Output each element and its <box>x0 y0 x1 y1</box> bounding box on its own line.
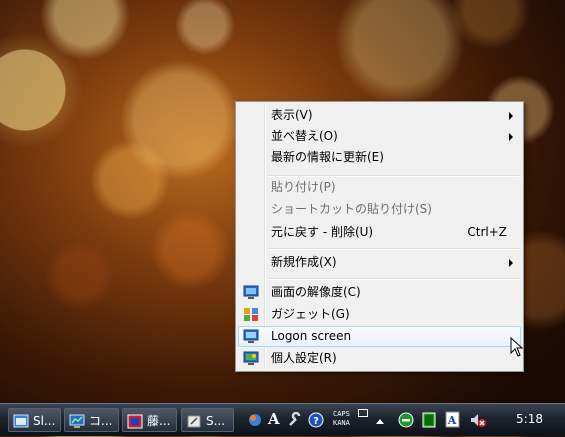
menu-item-shortcut: Ctrl+Z <box>467 225 507 239</box>
menu-item-label: 元に戻す - 削除(U) <box>271 225 374 239</box>
menu-item-label: Logon screen <box>271 329 352 343</box>
ime-mode-icon[interactable]: A <box>268 410 280 428</box>
help-icon[interactable]: ? <box>308 412 324 431</box>
submenu-arrow-icon <box>509 133 513 141</box>
menu-item-paste[interactable]: 貼り付け(P) <box>238 177 521 198</box>
taskbar-button-app-4[interactable]: S... <box>181 408 234 432</box>
menu-separator <box>268 278 521 280</box>
language-bar-icon[interactable] <box>247 412 263 431</box>
menu-item-paste-shortcut[interactable]: ショートカットの貼り付け(S) <box>238 199 521 220</box>
caps-label: CAPS <box>333 410 350 418</box>
menu-item-label: 画面の解像度(C) <box>271 285 361 299</box>
taskbar-button-app-1[interactable]: Sl... <box>8 408 61 432</box>
menu-item-label: ショートカットの貼り付け(S) <box>271 202 432 216</box>
show-hidden-icons-arrow-icon[interactable] <box>375 414 385 428</box>
monitor-resolution-icon <box>243 285 259 300</box>
svg-text:A: A <box>447 414 457 427</box>
submenu-arrow-icon <box>509 112 513 120</box>
personalize-icon <box>243 351 259 366</box>
menu-item-view[interactable]: 表示(V) <box>238 105 521 126</box>
menu-item-sort-by[interactable]: 並べ替え(O) <box>238 126 521 147</box>
menu-item-refresh[interactable]: 最新の情報に更新(E) <box>238 147 521 168</box>
volume-muted-icon[interactable] <box>469 412 487 431</box>
security-status-icon[interactable] <box>398 412 414 431</box>
menu-item-label: ガジェット(G) <box>271 307 350 321</box>
menu-item-label: 新規作成(X) <box>271 255 337 269</box>
taskbar-button-label: コ... <box>89 414 113 428</box>
taskbar-button-label: S... <box>206 414 226 428</box>
menu-separator <box>268 248 521 250</box>
taskbar-button-app-2[interactable]: コ... <box>64 408 119 432</box>
control-panel-icon <box>69 413 85 428</box>
svg-text:?: ? <box>313 416 319 427</box>
battery-monitor-icon[interactable] <box>422 412 436 431</box>
menu-item-screen-resolution[interactable]: 画面の解像度(C) <box>238 282 521 303</box>
menu-item-label: 最新の情報に更新(E) <box>271 150 384 164</box>
taskbar-button-label: Sl... <box>33 414 56 428</box>
caps-kana-indicator[interactable]: CAPS KANA <box>333 410 350 428</box>
folder-icon <box>186 413 202 428</box>
menu-item-undo-delete[interactable]: 元に戻す - 削除(U) Ctrl+Z <box>238 222 521 243</box>
clock[interactable]: 5:18 <box>516 412 543 426</box>
menu-item-label: 表示(V) <box>271 108 313 122</box>
taskbar: Sl... コ... 藤... S... A ? CAPS KANA A 5:1… <box>0 403 565 436</box>
logon-screen-icon <box>243 329 259 344</box>
app-window-icon <box>13 413 29 428</box>
menu-item-label: 並べ替え(O) <box>271 129 338 143</box>
taskbar-button-label: 藤... <box>147 414 171 428</box>
menu-item-label: 個人設定(R) <box>271 351 337 365</box>
gadgets-icon <box>243 307 259 322</box>
menu-item-personalize[interactable]: 個人設定(R) <box>238 348 521 369</box>
menu-item-gadgets[interactable]: ガジェット(G) <box>238 304 521 325</box>
submenu-arrow-icon <box>509 259 513 267</box>
app-icon <box>127 413 143 429</box>
menu-item-label: 貼り付け(P) <box>271 180 336 194</box>
ime-pad-icon[interactable] <box>358 409 368 419</box>
menu-item-new[interactable]: 新規作成(X) <box>238 252 521 273</box>
tools-icon[interactable] <box>287 411 303 431</box>
mouse-cursor-icon <box>510 336 524 360</box>
input-method-icon[interactable]: A <box>445 411 461 432</box>
kana-label: KANA <box>333 419 350 427</box>
taskbar-button-app-3[interactable]: 藤... <box>122 408 177 432</box>
desktop-context-menu: 表示(V) 並べ替え(O) 最新の情報に更新(E) 貼り付け(P) ショートカッ… <box>235 101 524 372</box>
system-tray: A ? CAPS KANA A 5:18 <box>245 404 565 436</box>
menu-item-logon-screen[interactable]: Logon screen <box>238 326 521 347</box>
